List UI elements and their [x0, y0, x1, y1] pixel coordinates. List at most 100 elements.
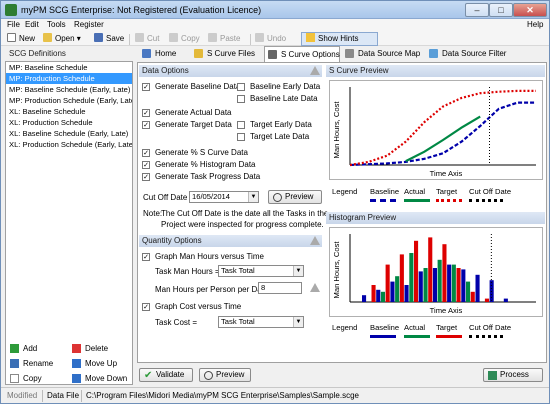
list-item[interactable]: XL: Baseline Schedule: [6, 106, 132, 117]
hist-xlabel: Time Axis: [430, 306, 463, 315]
list-item[interactable]: MP: Production Schedule (Early, Late): [6, 95, 132, 106]
task-cost-select[interactable]: Task Total ▼: [218, 316, 304, 328]
undo-button[interactable]: Undo: [255, 32, 286, 46]
magnifier-icon: [204, 371, 213, 380]
show-hints-label: Show Hints: [318, 34, 359, 43]
tab-data-source-filter-label: Data Source Filter: [442, 49, 507, 58]
cutoff-date-value: 16/05/2014: [192, 192, 231, 201]
hist-preview-header: Histogram Preview: [326, 212, 545, 224]
hist-preview-title: Histogram Preview: [329, 213, 397, 222]
menu-help[interactable]: Help: [527, 20, 543, 29]
move-down-button[interactable]: Move Down: [67, 371, 131, 386]
list-item[interactable]: XL: Baseline Schedule (Early, Late): [6, 128, 132, 139]
checkbox-box: ✓: [142, 121, 150, 129]
baseline-late-checkbox[interactable]: Baseline Late Data: [237, 94, 318, 104]
generate-actual-checkbox[interactable]: ✓ Generate Actual Data: [142, 108, 232, 118]
list-item[interactable]: MP: Baseline Schedule: [6, 62, 132, 73]
new-button[interactable]: New: [7, 32, 35, 46]
paste-button[interactable]: Paste: [208, 32, 240, 46]
process-button[interactable]: Process: [483, 368, 543, 382]
generate-actual-label: Generate Actual Data: [155, 108, 232, 117]
checkbox-box: ✓: [142, 109, 150, 117]
toolbar-divider: [129, 34, 130, 45]
tab-data-source-filter[interactable]: Data Source Filter: [426, 46, 518, 62]
data-options-header: Data Options: [139, 65, 322, 77]
bar-target: [385, 264, 390, 302]
add-button[interactable]: Add: [5, 341, 69, 356]
toolbar: New Open ▾ Save Cut Copy Paste Undo Show…: [1, 32, 549, 46]
bar-target: [442, 244, 447, 302]
preview-button[interactable]: Preview: [199, 368, 251, 382]
graph-man-hours-checkbox[interactable]: ✓ Graph Man Hours versus Time: [142, 252, 264, 262]
cutoff-date-picker[interactable]: 16/05/2014 ▼: [189, 191, 259, 203]
cut-button[interactable]: Cut: [135, 32, 159, 46]
legend-target-label: Target: [436, 187, 458, 196]
per-day-value: 8: [261, 283, 266, 292]
quantity-options-title: Quantity Options: [142, 236, 202, 245]
bar-baseline: [461, 269, 466, 302]
generate-baseline-checkbox[interactable]: ✓ Generate Baseline Data: [142, 82, 240, 92]
show-hints-button[interactable]: Show Hints: [301, 32, 378, 46]
maximize-button[interactable]: □: [489, 3, 513, 17]
generate-pct-hist-checkbox[interactable]: ✓ Generate % Histogram Data: [142, 160, 256, 170]
bar-target: [414, 240, 419, 302]
target-early-checkbox[interactable]: Target Early Data: [237, 120, 312, 130]
magnifier-icon: [273, 193, 282, 202]
validate-button[interactable]: ✔ Validate: [139, 368, 193, 382]
cutoff-date-label: Cut Off Date: [143, 193, 188, 202]
menu-file[interactable]: File: [7, 20, 20, 29]
menu-tools[interactable]: Tools: [47, 20, 66, 29]
task-man-hours-select[interactable]: Task Total ▼: [218, 265, 304, 277]
delete-button[interactable]: Delete: [67, 341, 131, 356]
generate-pct-scurve-checkbox[interactable]: ✓ Generate % S Curve Data: [142, 148, 248, 158]
tab-home[interactable]: Home: [139, 46, 189, 62]
generate-task-progress-checkbox[interactable]: ✓ Generate Task Progress Data: [142, 172, 260, 182]
per-day-input[interactable]: 8: [258, 282, 302, 294]
copy-button[interactable]: Copy: [169, 32, 200, 46]
list-item[interactable]: XL: Production Schedule (Early, Late): [6, 139, 132, 150]
legend-cutoff-swatch: [469, 335, 503, 338]
list-item[interactable]: MP: Production Schedule: [6, 73, 132, 84]
open-button[interactable]: Open ▾: [43, 32, 81, 46]
checkbox-box: ✓: [142, 253, 150, 261]
app-window: myPM SCG Enterprise: Not Registered (Eva…: [0, 0, 550, 404]
scurve-ylabel: Man Hours, Cost: [332, 101, 341, 159]
generate-target-checkbox[interactable]: ✓ Generate Target Data: [142, 120, 232, 130]
status-mode: Modified: [7, 391, 38, 400]
close-button[interactable]: ✕: [513, 3, 547, 17]
move-up-label: Move Up: [85, 359, 118, 368]
generate-task-progress-label: Generate Task Progress Data: [155, 172, 261, 181]
status-data-file-label: Data File: [47, 391, 80, 400]
definitions-list[interactable]: MP: Baseline Schedule MP: Production Sch…: [5, 61, 133, 385]
graph-cost-checkbox[interactable]: ✓ Graph Cost versus Time: [142, 302, 241, 312]
target-late-label: Target Late Data: [250, 132, 310, 141]
bar-target: [456, 268, 461, 302]
rename-button[interactable]: Rename: [5, 356, 69, 371]
copy-definition-button[interactable]: Copy: [5, 371, 69, 386]
tab-data-source-map[interactable]: Data Source Map: [342, 46, 424, 62]
bar-actual: [437, 259, 442, 302]
chevron-down-icon: ▼: [293, 266, 303, 276]
tab-s-curve-files[interactable]: S Curve Files: [191, 46, 261, 62]
save-button[interactable]: Save: [94, 32, 124, 46]
delete-label: Delete: [85, 344, 109, 353]
legend-cutoff-label: Cut Off Date: [469, 323, 512, 332]
task-cost-label: Task Cost =: [155, 318, 198, 327]
cutoff-preview-button[interactable]: Preview: [268, 190, 322, 204]
list-item[interactable]: MP: Baseline Schedule (Early, Late): [6, 84, 132, 95]
move-up-button[interactable]: Move Up: [67, 356, 131, 371]
baseline-early-checkbox[interactable]: Baseline Early Data: [237, 82, 320, 92]
checkbox-box: [237, 133, 245, 141]
legend-target-swatch: [436, 199, 462, 202]
minimize-button[interactable]: –: [465, 3, 489, 17]
status-divider: [42, 390, 43, 402]
bar-baseline: [418, 271, 423, 302]
legend-actual-swatch: [404, 335, 430, 338]
menu-edit[interactable]: Edit: [25, 20, 39, 29]
bar-actual: [466, 281, 471, 302]
menu-register[interactable]: Register: [74, 20, 104, 29]
target-late-checkbox[interactable]: Target Late Data: [237, 132, 309, 142]
folder-icon: [43, 33, 52, 42]
list-item[interactable]: XL: Production Schedule: [6, 117, 132, 128]
tab-s-curve-options[interactable]: S Curve Options: [264, 46, 340, 62]
